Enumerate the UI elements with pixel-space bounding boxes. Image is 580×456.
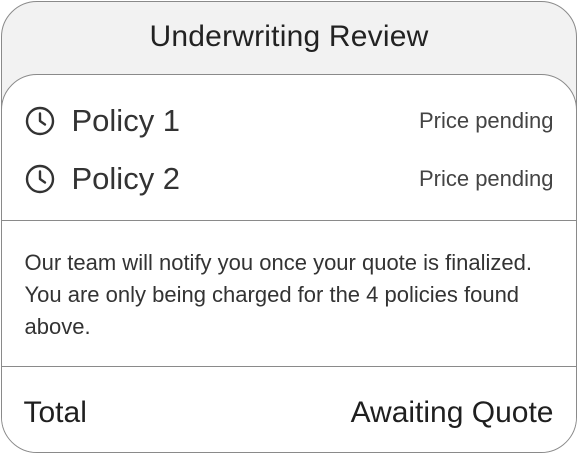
- policy-name: Policy 2: [71, 161, 181, 196]
- policy-row: Policy 1 Price pending: [24, 101, 554, 141]
- underwriting-review-card: Underwriting Review Policy 1 Price pendi…: [1, 1, 577, 453]
- quote-notice-text: Our team will notify you once your quote…: [24, 250, 532, 339]
- total-label: Total: [23, 396, 87, 429]
- card-body: Policy 1 Price pending Policy 2 Price pe…: [2, 74, 576, 452]
- divider: [2, 366, 576, 367]
- policy-row: Policy 2 Price pending: [24, 159, 554, 199]
- total-row: Total Awaiting Quote: [24, 391, 554, 435]
- divider: [2, 220, 576, 221]
- policy-status: Price pending: [418, 108, 554, 133]
- total-value: Awaiting Quote: [350, 396, 554, 429]
- policy-name: Policy 1: [71, 103, 181, 138]
- clock-icon: [24, 163, 56, 195]
- clock-icon: [24, 105, 56, 137]
- card-title: Underwriting Review: [149, 20, 429, 53]
- policy-status: Price pending: [418, 166, 554, 191]
